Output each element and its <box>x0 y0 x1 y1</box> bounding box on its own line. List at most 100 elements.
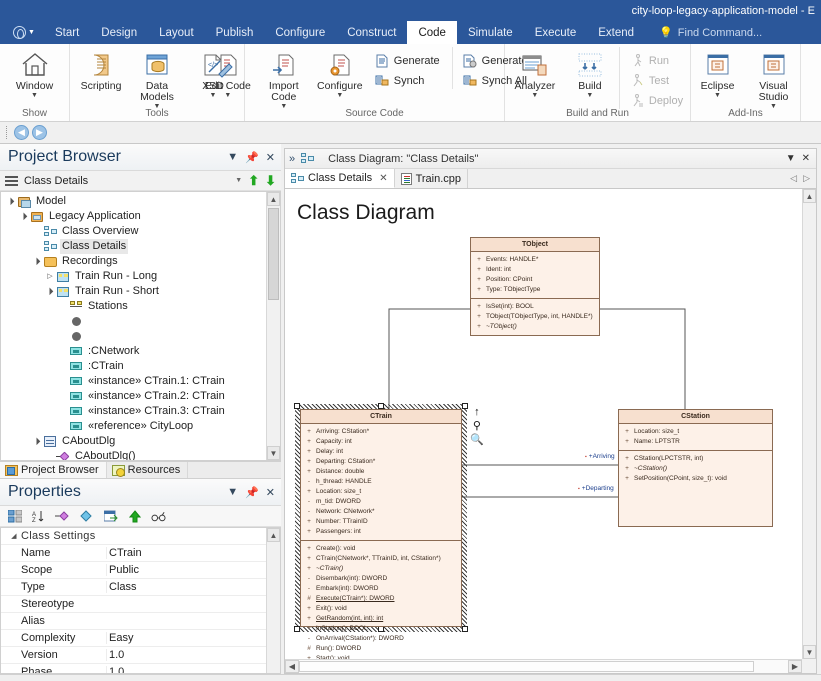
uml-feature[interactable]: + Arriving: CStation* <box>304 427 459 437</box>
tree-item[interactable]: CAboutDlg() <box>1 449 266 460</box>
tree-item[interactable]: Recordings <box>1 254 266 269</box>
uml-feature[interactable]: # Execute(CTrain*): DWORD <box>304 594 459 604</box>
chevron-down-icon[interactable]: ▼ <box>224 92 231 99</box>
uml-feature[interactable]: + CTrain(CNetwork*, TTrainID, int, CStati… <box>304 554 459 564</box>
expand-chevrons-icon[interactable]: » <box>289 153 295 165</box>
canvas-vertical-scrollbar[interactable]: ▲ ▼ <box>802 189 816 659</box>
uml-class-ctrain[interactable]: CTrain + Arriving: CStation* + Capacity: in… <box>300 409 462 659</box>
tree-twisty-icon[interactable] <box>31 254 43 269</box>
tree-item[interactable] <box>1 314 266 329</box>
project-tree[interactable]: Model Legacy Application Class Overview Cla… <box>0 191 281 461</box>
build-button[interactable]: Build ▼ <box>566 47 614 99</box>
pin-icon[interactable]: 📌 <box>245 151 259 164</box>
configure-code-button[interactable]: Configure ▼ <box>313 47 367 99</box>
uml-feature[interactable]: + CStation(LPCTSTR, int) <box>622 454 770 464</box>
uml-feature[interactable]: - Disembark(int): DWORD <box>304 574 459 584</box>
uml-feature[interactable]: # Run(): DWORD <box>304 644 459 654</box>
panel-menu-icon[interactable]: ▼ <box>786 153 796 164</box>
uml-feature[interactable]: + Create(): void <box>304 544 459 554</box>
uml-feature[interactable]: + ~CStation() <box>622 464 770 474</box>
add-element-icon[interactable] <box>55 509 70 523</box>
tree-item[interactable]: Train Run - Long <box>1 269 266 284</box>
dock-tab-project-browser[interactable]: Project Browser <box>0 462 107 478</box>
property-value[interactable]: Easy <box>106 632 280 644</box>
tree-item[interactable]: «reference» CityLoop <box>1 419 266 434</box>
uml-feature[interactable]: + Departing: CStation* <box>304 457 459 467</box>
scripting-button[interactable]: Scripting <box>74 47 128 92</box>
sort-alpha-icon[interactable]: AZ <box>31 509 46 523</box>
chevron-down-icon[interactable]: ▼ <box>531 92 538 99</box>
uml-feature[interactable]: - h_thread: HANDLE <box>304 477 459 487</box>
import-code-button[interactable]: Import Code ▼ <box>257 47 311 110</box>
move-up-icon[interactable]: ⬆ <box>248 174 259 187</box>
properties-diamond-icon[interactable] <box>79 509 94 523</box>
property-value[interactable]: CTrain <box>106 547 280 559</box>
close-icon[interactable]: ✕ <box>379 173 387 184</box>
uml-feature[interactable]: + SetPosition(CPoint, size_t): void <box>622 474 770 484</box>
scroll-thumb[interactable] <box>299 661 754 672</box>
uml-feature[interactable]: + InStation(): BOOL <box>304 624 459 634</box>
tree-item[interactable]: «instance» CTrain.3: CTrain <box>1 404 266 419</box>
chevron-down-icon[interactable]: ▼ <box>714 92 721 99</box>
property-value[interactable]: Public <box>106 564 280 576</box>
tree-twisty-icon[interactable] <box>18 209 30 224</box>
property-row[interactable]: Stereotype <box>1 596 280 613</box>
uml-feature[interactable]: + Distance: double <box>304 467 459 477</box>
tree-twisty-icon[interactable] <box>5 194 17 209</box>
document-tab-train-cpp[interactable]: Train.cpp <box>395 169 469 188</box>
property-row[interactable]: Version 1.0 <box>1 647 280 664</box>
uml-feature[interactable]: - Embark(int): DWORD <box>304 584 459 594</box>
scroll-right-button[interactable]: ▶ <box>788 660 802 673</box>
ribbon-tab-design[interactable]: Design <box>90 21 148 44</box>
resize-handle-se[interactable] <box>462 626 468 632</box>
uml-feature[interactable]: + IsSet(int): BOOL <box>474 302 597 312</box>
tree-twisty-icon[interactable] <box>31 434 43 449</box>
analyzer-button[interactable]: Analyzer ▼ <box>506 47 564 99</box>
close-icon[interactable]: ✕ <box>266 486 275 499</box>
property-row[interactable]: Complexity Easy <box>1 630 280 647</box>
uml-feature[interactable]: + Exit(): void <box>304 604 459 614</box>
tree-item[interactable]: :CNetwork <box>1 344 266 359</box>
chevron-down-icon[interactable]: ▼ <box>31 92 38 99</box>
tree-item[interactable]: «instance» CTrain.1: CTrain <box>1 374 266 389</box>
ribbon-tab-start[interactable]: Start <box>44 21 90 44</box>
scroll-up-button[interactable]: ▲ <box>803 189 816 203</box>
tree-item[interactable]: Stations <box>1 299 266 314</box>
chevron-down-icon[interactable]: ▼ <box>586 92 593 99</box>
tree-item[interactable] <box>1 329 266 344</box>
uml-feature[interactable]: + Events: HANDLE* <box>474 255 597 265</box>
tab-next-icon[interactable]: ▷ <box>803 173 810 184</box>
chevron-down-icon[interactable]: ▼ <box>336 92 343 99</box>
uml-feature[interactable]: + Position: CPoint <box>474 275 597 285</box>
uml-feature[interactable]: - Network: CNetwork* <box>304 507 459 517</box>
ribbon-tab-configure[interactable]: Configure <box>264 21 336 44</box>
synch-button[interactable]: Synch <box>372 72 443 89</box>
expand-icon[interactable]: ◢ <box>7 532 21 540</box>
ribbon-tab-code[interactable]: Code <box>407 21 457 44</box>
uml-feature[interactable]: + Location: size_t <box>622 427 770 437</box>
move-down-icon[interactable]: ⬇ <box>265 174 276 187</box>
menu-icon[interactable] <box>5 175 18 186</box>
properties-vertical-scrollbar[interactable]: ▲ <box>266 528 280 673</box>
property-value[interactable]: 1.0 <box>106 649 280 661</box>
magnifier-icon[interactable]: 🔍 <box>470 435 484 446</box>
ribbon-tab-publish[interactable]: Publish <box>205 21 265 44</box>
chevron-down-icon[interactable]: ▼ <box>235 177 242 184</box>
uml-class-cstation[interactable]: CStation + Location: size_t + Name: LPTSTR … <box>618 409 773 527</box>
ribbon-tab-construct[interactable]: Construct <box>336 21 407 44</box>
property-row[interactable]: Phase 1.0 <box>1 664 280 673</box>
uml-feature[interactable]: - OnArrival(CStation*): DWORD <box>304 634 459 644</box>
deploy-button[interactable]: Deploy <box>627 92 686 109</box>
chevron-down-icon[interactable]: ▼ <box>280 103 287 110</box>
hscroll-track[interactable] <box>299 660 788 673</box>
property-value[interactable]: 1.0 <box>106 666 280 673</box>
tab-prev-icon[interactable]: ◁ <box>790 173 797 184</box>
scroll-up-button[interactable]: ▲ <box>267 192 280 206</box>
tree-item[interactable]: «instance» CTrain.2: CTrain <box>1 389 266 404</box>
data-models-button[interactable]: Data Models ▼ <box>130 47 184 110</box>
open-window-icon[interactable] <box>103 509 118 523</box>
property-row[interactable]: Alias <box>1 613 280 630</box>
uml-feature[interactable]: + Ident: int <box>474 265 597 275</box>
scroll-down-button[interactable]: ▼ <box>803 645 816 659</box>
close-icon[interactable]: ✕ <box>266 151 275 164</box>
